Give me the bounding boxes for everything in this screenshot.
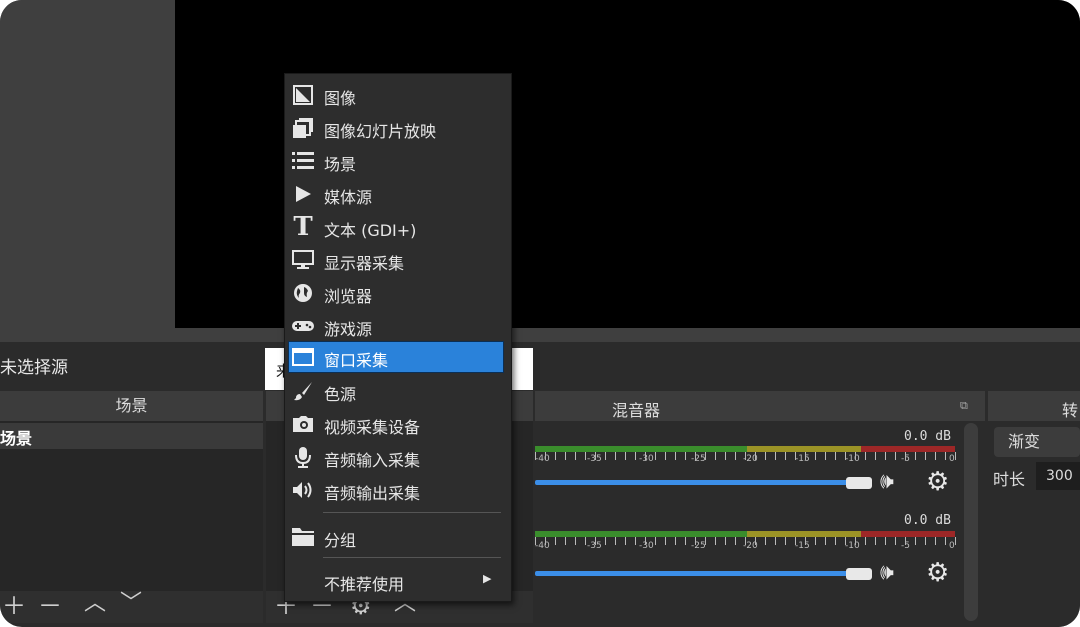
- monitor-icon: [291, 248, 315, 272]
- transition-type-select[interactable]: 渐变: [994, 427, 1080, 457]
- submenu-arrow-icon: ▶: [483, 572, 492, 585]
- menu-item-window-capture[interactable]: 窗口采集: [288, 341, 504, 373]
- move-down-icon[interactable]: ﹀: [120, 589, 142, 619]
- channel-1-settings-icon[interactable]: ⚙: [926, 467, 949, 497]
- menu-item-browser[interactable]: 浏览器: [285, 278, 511, 308]
- channel-1-volume-handle[interactable]: [846, 477, 872, 489]
- channel-2-tick-labels: -40 -35 -30 -25 -20 -15 -10 -5 0: [535, 541, 955, 551]
- text-icon: T: [293, 212, 313, 242]
- microphone-icon: [291, 445, 315, 469]
- folder-icon: [291, 525, 315, 549]
- menu-item-audio-output-capture[interactable]: 音频输出采集: [285, 475, 511, 505]
- add-scene-icon[interactable]: ＋: [2, 591, 26, 621]
- mixer-title: 混音器: [612, 401, 661, 420]
- menu-item-text[interactable]: T 文本 (GDI+): [285, 212, 511, 242]
- duration-label: 时长: [993, 470, 1026, 489]
- window-icon: [291, 345, 315, 369]
- brush-icon: [291, 379, 315, 403]
- channel-1-mute-icon[interactable]: 🕪: [880, 469, 894, 494]
- speaker-icon: [291, 478, 315, 502]
- channel-1-volume-slider[interactable]: [535, 480, 850, 485]
- transitions-title: 转: [1062, 401, 1079, 420]
- preview-bottom-margin: [0, 328, 1080, 342]
- scene-list-item[interactable]: [0, 423, 263, 449]
- camera-icon: [291, 412, 315, 436]
- duration-input[interactable]: 300: [1036, 462, 1080, 490]
- menu-item-slideshow[interactable]: 图像幻灯片放映: [285, 113, 511, 143]
- add-source-context-menu: 图像 图像幻灯片放映 场景 媒体源 T 文本 (GDI+) 显示器采集 浏览器: [284, 73, 512, 602]
- menu-item-group[interactable]: 分组: [285, 522, 511, 552]
- gamepad-icon: [291, 314, 315, 338]
- channel-1-tick-labels: -40 -35 -30 -25 -20 -15 -10 -5 0: [535, 454, 955, 464]
- menu-item-display-capture[interactable]: 显示器采集: [285, 245, 511, 275]
- menu-item-media-source[interactable]: 媒体源: [285, 179, 511, 209]
- undock-icon[interactable]: ⧉: [960, 399, 968, 413]
- scenes-panel-header: 场景: [0, 391, 263, 421]
- scene-list-item-label: 场景: [0, 429, 33, 448]
- menu-item-image[interactable]: 图像: [285, 80, 511, 110]
- menu-item-video-capture-device[interactable]: 视频采集设备: [285, 409, 511, 439]
- menu-separator: [323, 557, 501, 558]
- menu-item-color-source[interactable]: 色源: [285, 376, 511, 406]
- channel-2-volume-slider[interactable]: [535, 571, 850, 576]
- preview-left-margin: [0, 0, 175, 328]
- mixer-panel-header: [535, 391, 985, 421]
- channel-2-db: 0.0 dB: [904, 513, 951, 528]
- move-up-icon[interactable]: ︿: [84, 589, 106, 619]
- menu-item-scene[interactable]: 场景: [285, 146, 511, 176]
- scene-list-icon: [291, 149, 315, 173]
- channel-2-volume-handle[interactable]: [846, 568, 872, 580]
- remove-scene-icon[interactable]: －: [38, 591, 62, 621]
- channel-2-settings-icon[interactable]: ⚙: [926, 558, 949, 588]
- menu-item-deprecated[interactable]: 不推荐使用 ▶: [285, 566, 511, 596]
- menu-separator: [323, 512, 501, 513]
- channel-1-db: 0.0 dB: [904, 429, 951, 444]
- menu-item-audio-input-capture[interactable]: 音频输入采集: [285, 442, 511, 472]
- obs-window: 未选择源 来 场景 混音器 ⧉ 转 场景 ＋ － ︿ ﹀ ＋ － ⚙ ︿ ﹀ 0…: [0, 0, 1080, 627]
- image-icon: [291, 83, 315, 107]
- no-source-selected-label: 未选择源: [0, 358, 68, 378]
- menu-item-game-capture[interactable]: 游戏源: [285, 311, 511, 341]
- scene-toolbar: ＋ － ︿ ﹀: [0, 591, 263, 623]
- mixer-scrollbar[interactable]: [964, 423, 978, 621]
- source-toolbar: [0, 342, 1080, 390]
- slideshow-icon: [291, 116, 315, 140]
- globe-icon: [291, 281, 315, 305]
- channel-2-mute-icon[interactable]: 🕪: [880, 560, 894, 585]
- play-icon: [291, 182, 315, 206]
